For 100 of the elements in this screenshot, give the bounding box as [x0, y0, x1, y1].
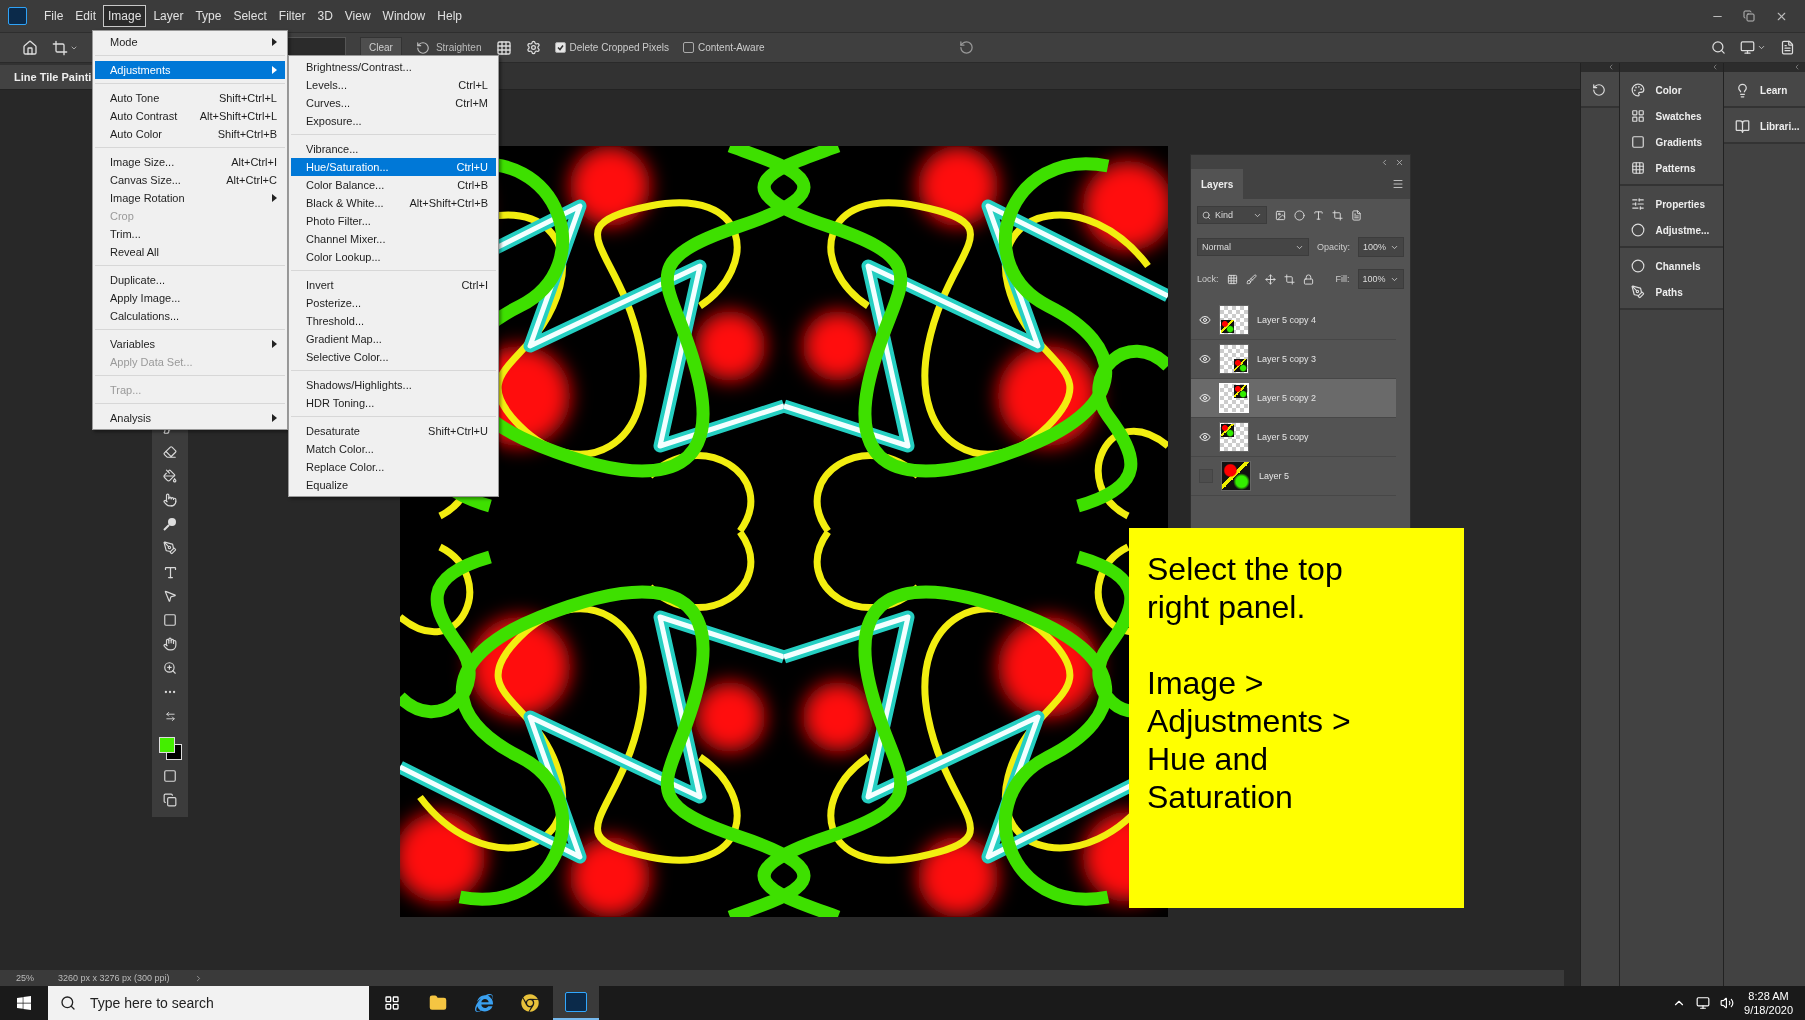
windows-logo-icon[interactable]: [16, 995, 32, 1011]
layer-row[interactable]: Layer 5 copy 2: [1191, 379, 1396, 418]
menu-item[interactable]: HDR Toning...: [291, 394, 496, 412]
menu-item[interactable]: Trim...: [95, 225, 285, 243]
layers-tab[interactable]: Layers: [1191, 169, 1244, 199]
menu-item[interactable]: Auto Contrast Alt+Shift+Ctrl+L: [95, 107, 285, 125]
menu-item[interactable]: Apply Image...: [95, 289, 285, 307]
taskbar-search-field[interactable]: Type here to search: [48, 986, 369, 1020]
menu-item[interactable]: Selective Color...: [291, 348, 496, 366]
menu-item[interactable]: Calculations...: [95, 307, 285, 325]
reset-icon[interactable]: [958, 40, 974, 55]
taskbar-search-field[interactable]: Type here to search: [88, 994, 342, 1012]
menu-item[interactable]: Vibrance...: [291, 140, 496, 158]
type-icon[interactable]: [1313, 209, 1324, 221]
menu-icon[interactable]: [1392, 178, 1404, 190]
image-icon[interactable]: [1275, 209, 1286, 221]
menu-bar-item[interactable]: 3D: [312, 5, 338, 27]
panel-button[interactable]: Swatches: [1619, 104, 1724, 128]
panel-button[interactable]: Adjustme...: [1619, 218, 1724, 242]
straighten-button[interactable]: Straighten: [415, 40, 482, 55]
grid-overlay-icon[interactable]: [495, 39, 512, 56]
move-icon[interactable]: [1264, 273, 1276, 285]
menu-item[interactable]: Image Rotation: [95, 189, 285, 207]
menu-item[interactable]: Gradient Map...: [291, 330, 496, 348]
menu-item[interactable]: Match Color...: [291, 440, 496, 458]
opacity-field[interactable]: 100%: [1357, 237, 1404, 257]
workspace-icon[interactable]: [1740, 40, 1755, 55]
menu-item[interactable]: Threshold...: [291, 312, 496, 330]
checkbox[interactable]: [683, 42, 694, 53]
menu-item[interactable]: Variables: [95, 335, 285, 353]
menu-item[interactable]: Canvas Size... Alt+Ctrl+C: [95, 171, 285, 189]
collapse-icon[interactable]: [1380, 157, 1389, 167]
panel-button[interactable]: Patterns: [1619, 156, 1724, 180]
home-icon[interactable]: [22, 39, 38, 56]
menu-bar-item[interactable]: View: [339, 5, 376, 27]
menu-item[interactable]: Levels... Ctrl+L: [291, 76, 496, 94]
menu-item[interactable]: Posterize...: [291, 294, 496, 312]
photo-editor-taskbar-icon[interactable]: [553, 986, 599, 1020]
menu-item[interactable]: Curves... Ctrl+M: [291, 94, 496, 112]
menu-item[interactable]: Desaturate Shift+Ctrl+U: [291, 422, 496, 440]
menu-item[interactable]: Color Balance... Ctrl+B: [291, 176, 496, 194]
menu-item[interactable]: Brightness/Contrast...: [291, 58, 496, 76]
eye-icon[interactable]: [1199, 392, 1211, 404]
menu-item[interactable]: Photo Filter...: [291, 212, 496, 230]
menu-item[interactable]: Analysis: [95, 409, 285, 427]
menu-bar-item[interactable]: Help: [432, 5, 467, 27]
menu-item[interactable]: Image Size... Alt+Ctrl+I: [95, 153, 285, 171]
search-icon[interactable]: [1711, 40, 1726, 55]
circle-icon[interactable]: [1294, 209, 1305, 221]
delete-cropped-pixels-checkbox[interactable]: Delete Cropped Pixels: [554, 42, 669, 53]
panel-button[interactable]: Channels: [1619, 254, 1724, 278]
restore-icon[interactable]: [1743, 10, 1755, 22]
menu-item[interactable]: Equalize: [291, 476, 496, 494]
panel-button[interactable]: Gradients: [1619, 130, 1724, 154]
menu-bar-item[interactable]: File: [39, 5, 69, 27]
menu-item[interactable]: Exposure...: [291, 112, 496, 130]
menu-bar-item[interactable]: Edit: [70, 5, 102, 27]
menu-item[interactable]: Hue/Saturation... Ctrl+U: [291, 158, 496, 176]
menu-item[interactable]: Invert Ctrl+I: [291, 276, 496, 294]
document-icon[interactable]: [1351, 209, 1362, 221]
lock-icon[interactable]: [1302, 273, 1314, 285]
menu-item[interactable]: Reveal All: [95, 243, 285, 261]
eye-icon[interactable]: [1199, 431, 1211, 443]
close-icon[interactable]: [1395, 157, 1404, 167]
caret-icon[interactable]: [1757, 43, 1766, 52]
collapse-icon[interactable]: [1793, 63, 1801, 71]
menu-item[interactable]: Shadows/Highlights...: [291, 376, 496, 394]
crop-icon[interactable]: [52, 39, 68, 56]
settings-icon[interactable]: [525, 40, 541, 55]
menu-item[interactable]: Replace Color...: [291, 458, 496, 476]
menu-bar-item[interactable]: Select: [228, 5, 272, 27]
checkbox[interactable]: [554, 42, 566, 53]
crop-icon[interactable]: [1332, 209, 1343, 221]
eye-icon[interactable]: [1199, 314, 1211, 326]
menu-bar-item[interactable]: Layer: [148, 5, 189, 27]
panel-button[interactable]: Properties: [1619, 192, 1724, 216]
menu-item[interactable]: Black & White... Alt+Shift+Ctrl+B: [291, 194, 496, 212]
menu-bar-item[interactable]: Window: [377, 5, 431, 27]
menu-item[interactable]: Auto Color Shift+Ctrl+B: [95, 125, 285, 143]
volume-icon[interactable]: [1720, 996, 1735, 1010]
crop-icon[interactable]: [1283, 273, 1295, 285]
menu-bar-item[interactable]: Filter: [273, 5, 311, 27]
menu-bar-item[interactable]: Type: [190, 5, 227, 27]
filter-dropdown[interactable]: Kind: [1197, 206, 1267, 224]
menu-item[interactable]: Channel Mixer...: [291, 230, 496, 248]
menu-bar-item[interactable]: Image: [103, 5, 147, 27]
menu-item[interactable]: Auto Tone Shift+Ctrl+L: [95, 89, 285, 107]
brush-icon[interactable]: [1245, 273, 1257, 285]
fill-field[interactable]: 100%: [1357, 269, 1404, 289]
panel-button[interactable]: Color: [1619, 78, 1724, 102]
menu-item[interactable]: Adjustments: [95, 61, 285, 79]
panel-button[interactable]: Paths: [1619, 280, 1724, 304]
menu-item[interactable]: Color Lookup...: [291, 248, 496, 266]
content-aware-checkbox[interactable]: Content-Aware: [683, 42, 765, 53]
history-icon[interactable]: [1591, 82, 1607, 98]
menu-item[interactable]: Duplicate...: [95, 271, 285, 289]
checkerboard-icon[interactable]: [1226, 273, 1238, 285]
menu-item[interactable]: Mode: [95, 33, 285, 51]
eye-icon[interactable]: [1199, 353, 1211, 365]
clock[interactable]: 8:28 AM 9/18/2020: [1744, 989, 1793, 1017]
